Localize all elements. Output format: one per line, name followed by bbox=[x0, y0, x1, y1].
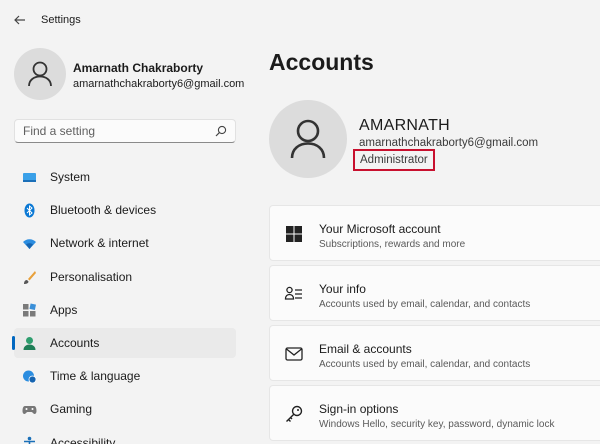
sidebar-item-label: Time & language bbox=[50, 369, 141, 384]
main-content: Accounts AMARNATH amarnathchakraborty6@g… bbox=[250, 40, 600, 444]
sidebar-item-system[interactable]: System bbox=[14, 162, 236, 192]
back-arrow-icon bbox=[14, 15, 25, 25]
settings-cards: Your Microsoft account Subscriptions, re… bbox=[269, 205, 600, 444]
back-button[interactable] bbox=[8, 9, 32, 31]
sidebar-item-label: System bbox=[50, 170, 91, 184]
profile-email: amarnathchakraborty6@gmail.com bbox=[73, 78, 245, 90]
page-title: Accounts bbox=[269, 49, 374, 75]
contact-card-icon bbox=[284, 286, 302, 300]
apps-icon bbox=[23, 303, 37, 317]
person-icon bbox=[290, 119, 326, 159]
bluetooth-icon bbox=[24, 203, 35, 218]
account-role-highlight: Administrator bbox=[353, 149, 435, 171]
person-icon bbox=[28, 61, 52, 87]
card-subtitle: Subscriptions, rewards and more bbox=[319, 239, 466, 250]
brush-icon bbox=[24, 270, 36, 284]
nav-menu: System Bluetooth & devices Network & int… bbox=[12, 162, 236, 444]
app-title: Settings bbox=[41, 14, 81, 26]
wifi-icon bbox=[23, 239, 36, 250]
sidebar-item-personalisation[interactable]: Personalisation bbox=[14, 262, 236, 292]
card-title: Sign-in options bbox=[319, 402, 399, 416]
mail-icon bbox=[285, 347, 303, 361]
windows-logo-icon bbox=[286, 226, 302, 242]
account-role: Administrator bbox=[360, 154, 428, 166]
sidebar-item-accessibility[interactable]: Accessibility bbox=[14, 428, 236, 444]
card-sign-in-options[interactable]: Sign-in options Windows Hello, security … bbox=[269, 385, 600, 441]
sidebar-item-label: Network & internet bbox=[50, 236, 149, 251]
sidebar-item-bluetooth[interactable]: Bluetooth & devices bbox=[14, 195, 236, 225]
card-email-accounts[interactable]: Email & accounts Accounts used by email,… bbox=[269, 325, 600, 381]
card-title: Your info bbox=[319, 282, 366, 296]
sidebar-item-network[interactable]: Network & internet bbox=[14, 228, 236, 258]
monitor-icon bbox=[23, 173, 36, 182]
card-your-info[interactable]: Your info Accounts used by email, calend… bbox=[269, 265, 600, 321]
account-avatar[interactable] bbox=[269, 100, 347, 178]
avatar bbox=[14, 48, 66, 100]
user-profile[interactable]: Amarnath Chakraborty amarnathchakraborty… bbox=[14, 48, 250, 102]
accessibility-icon bbox=[24, 436, 35, 444]
sidebar-item-label: Apps bbox=[50, 302, 78, 317]
globe-clock-icon bbox=[23, 370, 37, 384]
sidebar-item-label: Bluetooth & devices bbox=[50, 203, 157, 218]
card-title: Your Microsoft account bbox=[319, 222, 441, 236]
sidebar-item-gaming[interactable]: Gaming bbox=[14, 394, 236, 424]
sidebar-item-label: Gaming bbox=[50, 402, 93, 417]
card-title: Email & accounts bbox=[319, 342, 412, 356]
sidebar-item-accounts[interactable]: Accounts bbox=[12, 327, 236, 358]
card-subtitle: Windows Hello, security key, password, d… bbox=[319, 419, 555, 430]
sidebar-item-apps[interactable]: Apps bbox=[14, 295, 236, 325]
account-name: AMARNATH bbox=[359, 117, 450, 134]
sidebar-item-time-language[interactable]: Time & language bbox=[14, 361, 236, 391]
search-input[interactable] bbox=[15, 121, 205, 141]
sidebar-item-label: Personalisation bbox=[50, 269, 133, 284]
card-subtitle: Accounts used by email, calendar, and co… bbox=[319, 359, 531, 370]
search-box[interactable] bbox=[14, 119, 236, 143]
search-icon bbox=[215, 125, 227, 137]
sidebar: Amarnath Chakraborty amarnathchakraborty… bbox=[0, 40, 250, 444]
card-subtitle: Accounts used by email, calendar, and co… bbox=[319, 299, 531, 310]
profile-name: Amarnath Chakraborty bbox=[73, 61, 204, 75]
card-microsoft-account[interactable]: Your Microsoft account Subscriptions, re… bbox=[269, 205, 600, 261]
title-bar: Settings bbox=[0, 0, 600, 40]
sidebar-item-label: Accounts bbox=[50, 335, 100, 350]
sidebar-item-label: Accessibility bbox=[50, 435, 116, 444]
person-icon bbox=[23, 336, 36, 350]
account-email: amarnathchakraborty6@gmail.com bbox=[359, 137, 539, 149]
key-icon bbox=[286, 405, 303, 422]
gamepad-icon bbox=[22, 406, 37, 415]
